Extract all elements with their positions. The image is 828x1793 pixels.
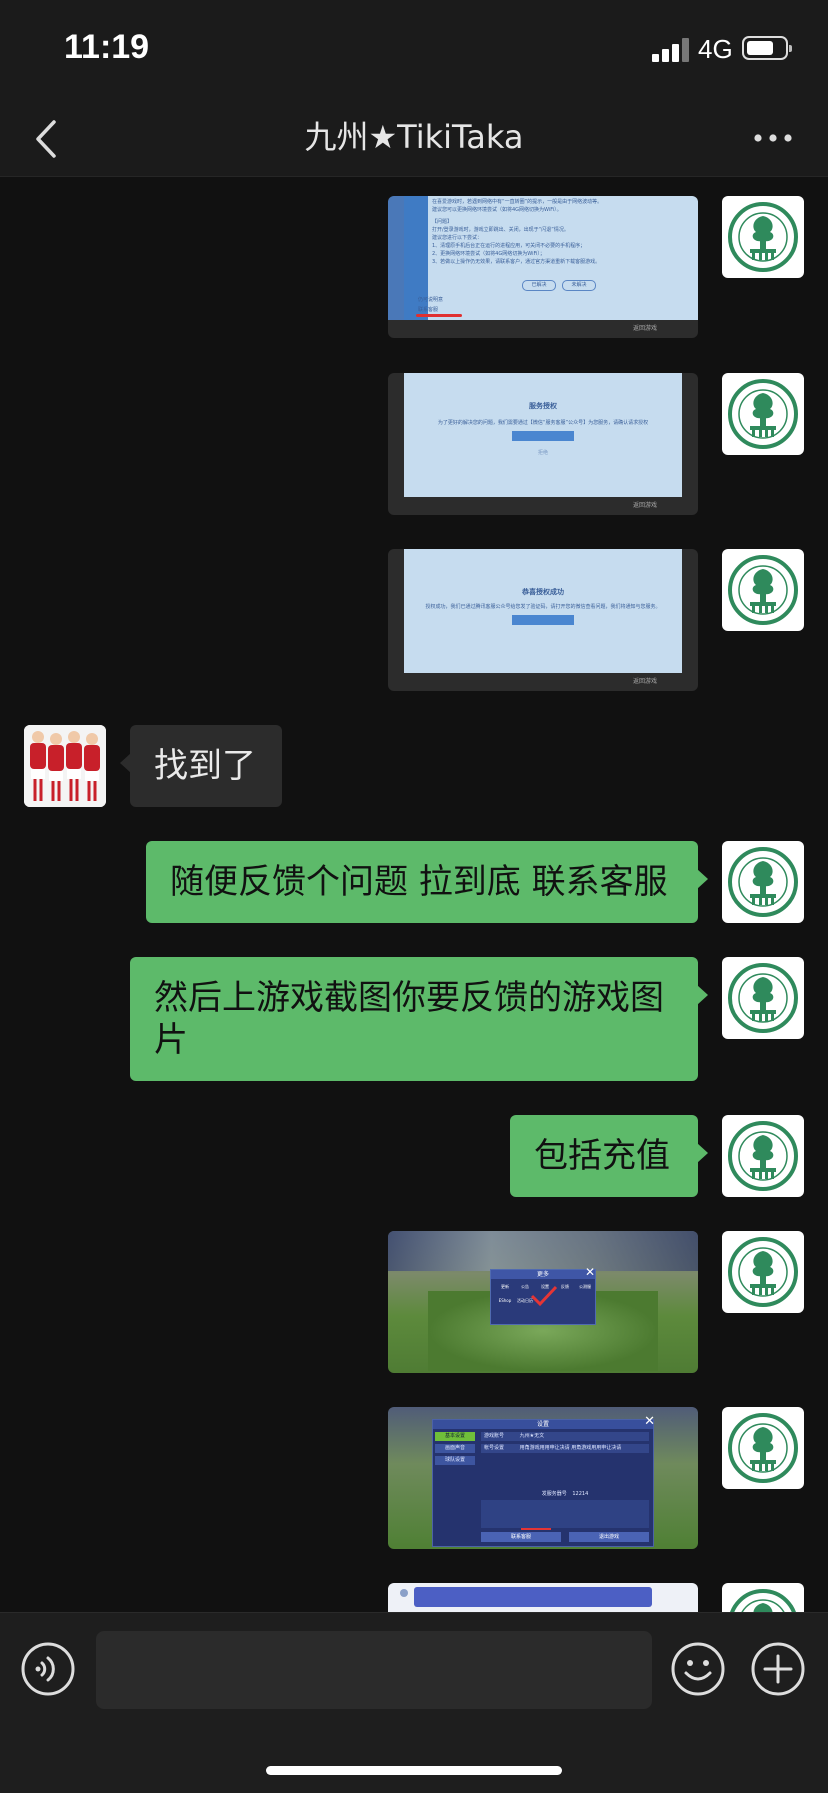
message-input[interactable] [96,1631,652,1709]
voice-icon[interactable] [20,1641,76,1697]
screenshot-confirm [512,615,574,625]
screenshot-text: 建议您可以更换网络环境尝试（如将4G网络切换为WiFi）。 [432,207,562,213]
screenshot-text: 3、若做以上操作仍无效果，请联系客户，通过官方渠道重新下载客服游戏。 [432,259,601,265]
network-type: 4G [698,34,733,64]
game-row-label: 帐号设置 [484,1445,505,1451]
chat-title: 九州★TikiTaka [304,118,524,156]
battery-icon [742,36,792,60]
screenshot-back: 返回游戏 [633,325,658,332]
image-message[interactable]: 服务授权 为了更好的解决您的问题，我们需要通过【微信“服务客服”公众号】为您服务… [388,373,698,515]
message-bubble-outgoing[interactable]: 包括充值 [510,1115,708,1197]
game-tab: 基本设置 [435,1432,475,1441]
avatar[interactable] [722,1115,804,1197]
game-menu-item: 公测服 [579,1284,591,1289]
signal-icon [652,38,692,62]
game-menu-item: EShop [498,1298,512,1303]
image-message[interactable]: 在喜爱游戏时，若遇到网络中有“一直转圈”的提示，一般是由于网络波动等。 建议您可… [388,196,698,338]
image-message[interactable]: 恭喜授权成功 授权成功，我们已通过腾讯客服公众号给您发了验证码，请打开您的微信查… [388,549,698,691]
avatar[interactable] [722,196,804,278]
chat-area[interactable]: 在喜爱游戏时，若遇到网络中有“一直转圈”的提示，一般是由于网络波动等。 建议您可… [0,177,828,1612]
close-icon: ✕ [644,1414,655,1429]
avatar[interactable] [722,1407,804,1489]
status-time: 11:19 [64,28,150,66]
screenshot-text: 1、清理原手机后台正在运行的进程应用，可关闭不必要的手机程序； [432,243,586,249]
check-mark-icon [530,1285,558,1307]
game-tab: 球队设置 [435,1456,475,1465]
football-players-icon [24,725,106,807]
screenshot-text: 打开/登录游戏时，游戏立即跳出、关闭，出现于“闪退”情况。 [432,227,569,233]
game-panel-title: 设置 [433,1420,653,1429]
avatar[interactable] [722,1583,804,1612]
chat-header: 九州★TikiTaka [0,100,828,177]
screenshot-link: 仍可说明意 [418,297,444,303]
avatar[interactable] [24,725,106,807]
close-icon: ✕ [585,1265,596,1279]
plus-icon[interactable] [750,1641,806,1697]
screenshot-title: 恭喜授权成功 [522,588,564,596]
screenshot-text: 2、更换网络环境尝试（如将4G网络切换为WiFi）； [432,251,545,257]
game-contact-button: 联系客服 [481,1532,561,1542]
screenshot-button: 未解决 [562,280,596,291]
screenshot-button: 已解决 [522,280,556,291]
screenshot-back: 返回游戏 [633,502,658,509]
screenshot-text: 授权成功，我们已通过腾讯客服公众号给您发了验证码，请打开您的微信查看问题，我们将… [425,604,661,610]
screenshot-confirm [512,431,574,441]
emoji-icon[interactable] [670,1641,726,1697]
game-row-label: 游戏账号 [484,1433,505,1439]
screenshot-text: 【问题】 [432,219,453,225]
screenshot-text: 在喜爱游戏时，若遇到网络中有“一直转圈”的提示，一般是由于网络波动等。 [432,199,603,205]
game-exit-button: 退出游戏 [569,1532,649,1542]
game-row-value: 九州★无文 [519,1433,545,1439]
avatar[interactable] [722,841,804,923]
screenshot-title: 服务授权 [529,402,557,410]
image-message[interactable]: 设置 ✕ 基本设置 画面声音 球队设置 游戏账号 九州★无文 帐号设置 用角游戏… [388,1407,698,1549]
avatar[interactable] [722,1231,804,1313]
game-row-value: 用角游戏用用申让决请 用角游戏用用申让决请 [519,1445,622,1451]
home-indicator[interactable] [266,1766,562,1775]
game-menu-item: 更新 [501,1284,509,1289]
avatar[interactable] [722,373,804,455]
message-bubble-outgoing[interactable]: 随便反馈个问题 拉到底 联系客服 [146,841,708,923]
avatar[interactable] [722,549,804,631]
screenshot-back: 返回游戏 [633,678,658,685]
message-bubble-incoming[interactable]: 找到了 [120,725,282,807]
game-server-value: 12214 [572,1491,589,1497]
screenshot-text: 为了更好的解决您的问题，我们需要通过【微信“服务客服”公众号】为您服务，请确认请… [437,420,649,426]
message-bubble-outgoing[interactable]: 然后上游戏截图你要反馈的游戏图片 [130,957,708,1081]
screenshot-text: 拒绝 [537,450,548,456]
image-message[interactable]: 更多 ✕ 更新 公告 设置 反馈 公测服 EShop 活动日历 [388,1231,698,1373]
game-server-label: 发服务器号 [541,1491,567,1497]
screenshot-link: 联系客服 [418,307,439,313]
image-message[interactable] [388,1583,698,1612]
status-bar: 11:19 4G [0,0,828,100]
avatar[interactable] [722,957,804,1039]
game-tab: 画面声音 [435,1444,475,1453]
more-options-icon[interactable] [748,118,798,158]
game-panel-title: 更多 [491,1270,595,1279]
screenshot-text: 建议您进行以下尝试： [432,235,483,241]
